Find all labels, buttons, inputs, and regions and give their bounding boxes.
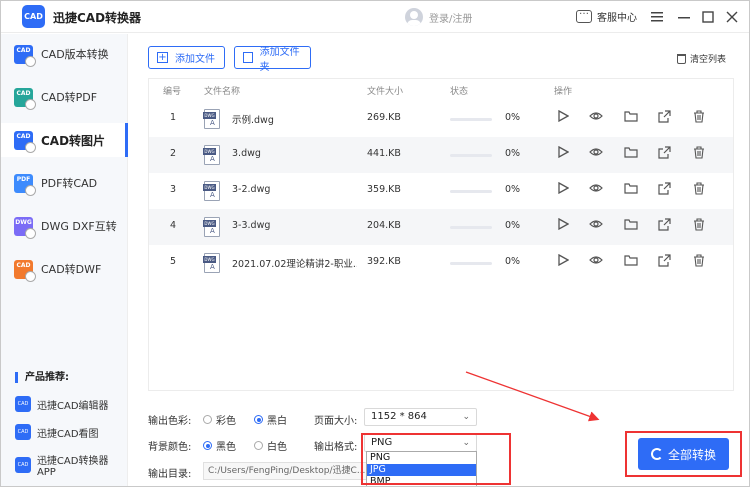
- annotation-arrow: [465, 371, 600, 422]
- app-window: CAD 迅捷CAD转换器 登录/注册 客服中心 CAD CAD版本转换 CAD: [0, 0, 750, 487]
